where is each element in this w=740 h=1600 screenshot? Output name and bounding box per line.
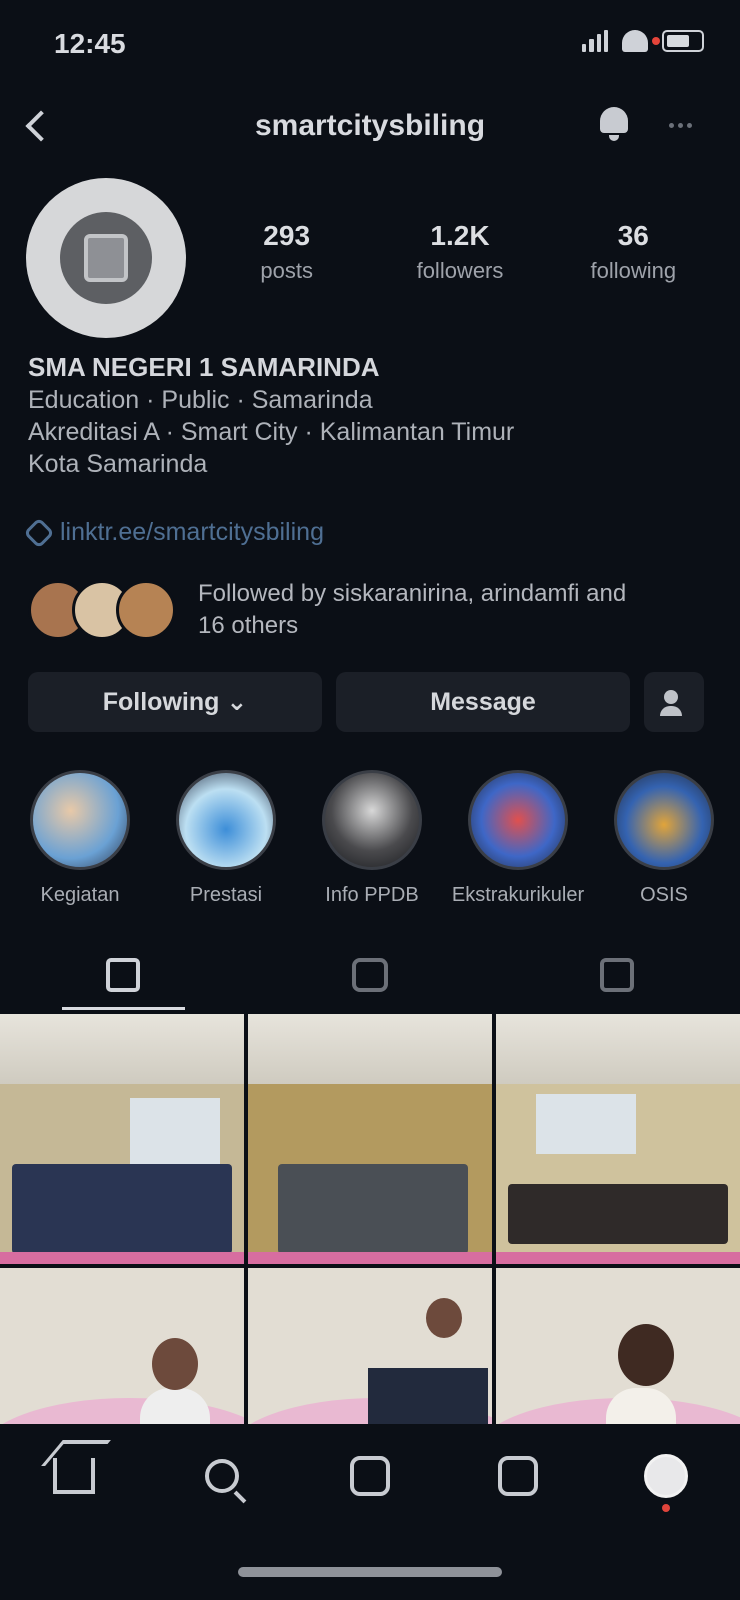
stat-value: 1.2K — [430, 220, 490, 251]
notification-dot — [662, 1504, 670, 1512]
stat-label: following — [590, 258, 677, 283]
nav-profile-button[interactable] — [636, 1450, 696, 1512]
stat-value: 36 — [617, 220, 649, 251]
cellular-signal-icon — [582, 30, 608, 52]
bio-line: Education · Public · Samarinda — [28, 386, 373, 414]
highlight-cover — [176, 770, 276, 870]
stat-label: posts — [260, 258, 313, 283]
profile-header: smartcitysbiling — [0, 95, 740, 155]
wifi-icon — [622, 30, 648, 52]
stat-following[interactable]: 36 following — [553, 220, 713, 284]
link-icon — [23, 516, 55, 549]
status-time: 12:45 — [54, 28, 126, 59]
highlight-label: OSIS — [640, 884, 688, 906]
status-bar: 12:45 — [0, 0, 740, 90]
highlight-label: Ekstrakurikuler — [451, 884, 585, 906]
more-options-button[interactable] — [660, 107, 700, 143]
stat-posts[interactable]: 293 posts — [207, 220, 367, 284]
highlight-label: Prestasi — [189, 884, 263, 906]
battery-indicator-dot — [652, 37, 660, 45]
posts-grid — [0, 1014, 740, 1468]
profile-stats: 293 posts 1.2K followers 36 following — [200, 220, 720, 284]
post-thumbnail[interactable] — [496, 1014, 740, 1264]
highlight-item[interactable]: Info PPDB — [322, 770, 422, 907]
school-logo-icon — [84, 234, 128, 282]
tab-tagged[interactable] — [493, 940, 740, 1010]
nav-create-button[interactable] — [340, 1450, 400, 1502]
stat-label: followers — [416, 258, 504, 283]
bio-line: Kota Samarinda — [28, 450, 208, 478]
message-button[interactable]: Message — [336, 672, 630, 732]
highlight-cover — [322, 770, 422, 870]
post-thumbnail[interactable] — [248, 1014, 492, 1264]
following-button[interactable]: Following ⌄ — [28, 672, 322, 732]
followed-by-text: Followed by siskaranirina, arindamfi and… — [198, 580, 627, 639]
tab-posts-grid[interactable] — [0, 940, 247, 1010]
grid-icon — [106, 958, 141, 992]
follower-avatar — [116, 580, 176, 640]
status-icons — [582, 30, 704, 52]
suggested-people-icon[interactable] — [644, 672, 704, 732]
home-icon — [53, 1458, 95, 1494]
nav-search-button[interactable] — [192, 1450, 252, 1502]
highlight-item[interactable]: Prestasi — [176, 770, 276, 907]
highlight-item[interactable]: Kegiatan — [30, 770, 130, 907]
stat-value: 293 — [263, 220, 311, 251]
profile-avatar[interactable] — [26, 178, 186, 338]
highlight-label: Kegiatan — [40, 884, 120, 906]
profile-bio: SMA NEGERI 1 SAMARINDA Education · Publi… — [28, 352, 708, 482]
post-thumbnail[interactable] — [0, 1014, 244, 1264]
profile-actions: Following ⌄ Message — [28, 672, 712, 732]
nav-reels-button[interactable] — [488, 1450, 548, 1502]
highlight-item[interactable]: Ekstrakurikuler — [452, 770, 584, 907]
reels-icon — [352, 958, 388, 992]
profile-tabs — [0, 940, 740, 1010]
profile-avatar-icon — [644, 1454, 688, 1498]
highlight-cover — [614, 770, 714, 870]
tab-reels[interactable] — [247, 940, 494, 1010]
highlight-item[interactable]: OSIS — [614, 770, 714, 907]
stat-followers[interactable]: 1.2K followers — [380, 220, 540, 284]
follower-avatars — [28, 580, 178, 640]
bio-link-text: linktr.ee/smartcitysbiling — [60, 518, 324, 546]
bio-link[interactable]: linktr.ee/smartcitysbiling — [23, 516, 324, 549]
highlight-cover — [30, 770, 130, 870]
add-post-icon — [350, 1456, 390, 1496]
home-indicator[interactable] — [238, 1567, 502, 1577]
battery-icon — [652, 30, 704, 52]
reels-icon — [498, 1456, 538, 1496]
search-icon — [205, 1459, 239, 1493]
avatar-logo-ring — [60, 212, 152, 304]
followed-by[interactable]: Followed by siskaranirina, arindamfi and… — [28, 578, 718, 642]
bio-name: SMA NEGERI 1 SAMARINDA — [28, 352, 380, 382]
story-highlights: Kegiatan Prestasi Info PPDB Ekstrakuriku… — [30, 770, 740, 907]
bio-line: Akreditasi A · Smart City · Kalimantan T… — [28, 418, 515, 446]
notifications-bell-icon[interactable] — [592, 101, 638, 147]
nav-home-button[interactable] — [44, 1450, 104, 1502]
tagged-icon — [599, 958, 634, 992]
highlight-label: Info PPDB — [325, 884, 419, 906]
highlight-cover — [468, 770, 568, 870]
